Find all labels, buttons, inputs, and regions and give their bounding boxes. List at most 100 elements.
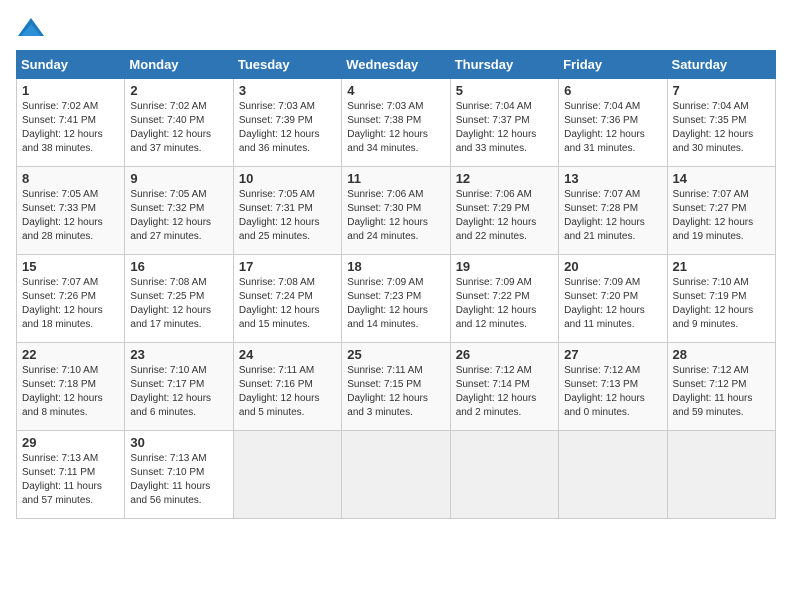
day-info: Sunrise: 7:02 AM Sunset: 7:40 PM Dayligh…	[130, 100, 227, 156]
day-info: Sunrise: 7:08 AM Sunset: 7:25 PM Dayligh…	[130, 276, 227, 332]
day-info: Sunrise: 7:07 AM Sunset: 7:26 PM Dayligh…	[22, 276, 119, 332]
day-number: 8	[22, 171, 119, 186]
day-number: 18	[347, 259, 444, 274]
day-info: Sunrise: 7:10 AM Sunset: 7:17 PM Dayligh…	[130, 364, 227, 420]
day-info: Sunrise: 7:12 AM Sunset: 7:13 PM Dayligh…	[564, 364, 661, 420]
calendar-cell: 11Sunrise: 7:06 AM Sunset: 7:30 PM Dayli…	[342, 167, 450, 255]
day-number: 14	[673, 171, 770, 186]
day-number: 7	[673, 83, 770, 98]
calendar-cell: 15 Sunrise: 7:07 AM Sunset: 7:26 PM Dayli…	[17, 255, 125, 343]
day-number: 4	[347, 83, 444, 98]
day-info: Sunrise: 7:12 AM Sunset: 7:14 PM Dayligh…	[456, 364, 553, 420]
calendar-cell: 20 Sunrise: 7:09 AM Sunset: 7:20 PM Dayli…	[559, 255, 667, 343]
calendar-cell: 13 Sunrise: 7:07 AM Sunset: 7:28 PM Dayli…	[559, 167, 667, 255]
day-info: Sunrise: 7:03 AM Sunset: 7:38 PM Dayligh…	[347, 100, 444, 156]
day-info: Sunrise: 7:04 AM Sunset: 7:36 PM Dayligh…	[564, 100, 661, 156]
calendar-cell: 14Sunrise: 7:07 AM Sunset: 7:27 PM Dayli…	[667, 167, 775, 255]
day-number: 20	[564, 259, 661, 274]
calendar-cell: 19 Sunrise: 7:09 AM Sunset: 7:22 PM Dayli…	[450, 255, 558, 343]
calendar-week-row: 15 Sunrise: 7:07 AM Sunset: 7:26 PM Dayli…	[17, 255, 776, 343]
day-info: Sunrise: 7:09 AM Sunset: 7:20 PM Dayligh…	[564, 276, 661, 332]
calendar-cell: 5 Sunrise: 7:04 AM Sunset: 7:37 PM Daylig…	[450, 79, 558, 167]
day-info: Sunrise: 7:09 AM Sunset: 7:22 PM Dayligh…	[456, 276, 553, 332]
day-info: Sunrise: 7:08 AM Sunset: 7:24 PM Dayligh…	[239, 276, 336, 332]
calendar-cell: 29Sunrise: 7:13 AM Sunset: 7:11 PM Dayli…	[17, 431, 125, 519]
day-info: Sunrise: 7:12 AM Sunset: 7:12 PM Dayligh…	[673, 364, 770, 420]
calendar-cell: 30Sunrise: 7:13 AM Sunset: 7:10 PM Dayli…	[125, 431, 233, 519]
day-number: 21	[673, 259, 770, 274]
day-info: Sunrise: 7:04 AM Sunset: 7:37 PM Dayligh…	[456, 100, 553, 156]
calendar-cell: 28 Sunrise: 7:12 AM Sunset: 7:12 PM Dayli…	[667, 343, 775, 431]
day-header-sunday: Sunday	[17, 51, 125, 79]
calendar-cell	[450, 431, 558, 519]
calendar-cell: 1 Sunrise: 7:02 AM Sunset: 7:41 PM Daylig…	[17, 79, 125, 167]
day-number: 2	[130, 83, 227, 98]
day-info: Sunrise: 7:11 AM Sunset: 7:15 PM Dayligh…	[347, 364, 444, 420]
calendar-cell: 22 Sunrise: 7:10 AM Sunset: 7:18 PM Dayli…	[17, 343, 125, 431]
logo-icon	[16, 16, 46, 40]
day-number: 16	[130, 259, 227, 274]
day-number: 17	[239, 259, 336, 274]
day-number: 24	[239, 347, 336, 362]
logo	[16, 16, 50, 40]
day-header-wednesday: Wednesday	[342, 51, 450, 79]
calendar-week-row: 1 Sunrise: 7:02 AM Sunset: 7:41 PM Daylig…	[17, 79, 776, 167]
day-header-tuesday: Tuesday	[233, 51, 341, 79]
day-number: 6	[564, 83, 661, 98]
day-number: 28	[673, 347, 770, 362]
calendar-cell: 26 Sunrise: 7:12 AM Sunset: 7:14 PM Dayli…	[450, 343, 558, 431]
day-number: 19	[456, 259, 553, 274]
day-info: Sunrise: 7:02 AM Sunset: 7:41 PM Dayligh…	[22, 100, 119, 156]
day-number: 27	[564, 347, 661, 362]
day-info: Sunrise: 7:05 AM Sunset: 7:32 PM Dayligh…	[130, 188, 227, 244]
day-header-saturday: Saturday	[667, 51, 775, 79]
day-info: Sunrise: 7:13 AM Sunset: 7:10 PM Dayligh…	[130, 452, 227, 508]
calendar-cell: 21Sunrise: 7:10 AM Sunset: 7:19 PM Dayli…	[667, 255, 775, 343]
day-header-friday: Friday	[559, 51, 667, 79]
calendar-week-row: 29Sunrise: 7:13 AM Sunset: 7:11 PM Dayli…	[17, 431, 776, 519]
calendar-cell: 16 Sunrise: 7:08 AM Sunset: 7:25 PM Dayli…	[125, 255, 233, 343]
calendar-cell: 9 Sunrise: 7:05 AM Sunset: 7:32 PM Daylig…	[125, 167, 233, 255]
calendar-cell: 27 Sunrise: 7:12 AM Sunset: 7:13 PM Dayli…	[559, 343, 667, 431]
day-number: 25	[347, 347, 444, 362]
day-info: Sunrise: 7:07 AM Sunset: 7:28 PM Dayligh…	[564, 188, 661, 244]
day-number: 1	[22, 83, 119, 98]
calendar-cell	[233, 431, 341, 519]
day-number: 13	[564, 171, 661, 186]
calendar-cell: 12 Sunrise: 7:06 AM Sunset: 7:29 PM Dayli…	[450, 167, 558, 255]
calendar-cell: 3 Sunrise: 7:03 AM Sunset: 7:39 PM Daylig…	[233, 79, 341, 167]
day-info: Sunrise: 7:05 AM Sunset: 7:31 PM Dayligh…	[239, 188, 336, 244]
calendar-cell: 25 Sunrise: 7:11 AM Sunset: 7:15 PM Dayli…	[342, 343, 450, 431]
day-info: Sunrise: 7:10 AM Sunset: 7:18 PM Dayligh…	[22, 364, 119, 420]
calendar-cell: 23 Sunrise: 7:10 AM Sunset: 7:17 PM Dayli…	[125, 343, 233, 431]
header-row: SundayMondayTuesdayWednesdayThursdayFrid…	[17, 51, 776, 79]
calendar-cell: 10Sunrise: 7:05 AM Sunset: 7:31 PM Dayli…	[233, 167, 341, 255]
calendar-cell: 7 Sunrise: 7:04 AM Sunset: 7:35 PM Daylig…	[667, 79, 775, 167]
day-number: 9	[130, 171, 227, 186]
day-number: 23	[130, 347, 227, 362]
calendar-cell: 8 Sunrise: 7:05 AM Sunset: 7:33 PM Daylig…	[17, 167, 125, 255]
day-header-thursday: Thursday	[450, 51, 558, 79]
calendar-cell: 6 Sunrise: 7:04 AM Sunset: 7:36 PM Daylig…	[559, 79, 667, 167]
calendar-cell: 24 Sunrise: 7:11 AM Sunset: 7:16 PM Dayli…	[233, 343, 341, 431]
calendar-cell: 17 Sunrise: 7:08 AM Sunset: 7:24 PM Dayli…	[233, 255, 341, 343]
calendar-cell: 4 Sunrise: 7:03 AM Sunset: 7:38 PM Daylig…	[342, 79, 450, 167]
day-number: 22	[22, 347, 119, 362]
day-info: Sunrise: 7:09 AM Sunset: 7:23 PM Dayligh…	[347, 276, 444, 332]
day-info: Sunrise: 7:05 AM Sunset: 7:33 PM Dayligh…	[22, 188, 119, 244]
calendar-cell	[559, 431, 667, 519]
day-number: 15	[22, 259, 119, 274]
day-info: Sunrise: 7:03 AM Sunset: 7:39 PM Dayligh…	[239, 100, 336, 156]
page-header	[16, 16, 776, 40]
calendar-cell: 2 Sunrise: 7:02 AM Sunset: 7:40 PM Daylig…	[125, 79, 233, 167]
day-number: 3	[239, 83, 336, 98]
day-header-monday: Monday	[125, 51, 233, 79]
calendar-week-row: 8 Sunrise: 7:05 AM Sunset: 7:33 PM Daylig…	[17, 167, 776, 255]
day-info: Sunrise: 7:04 AM Sunset: 7:35 PM Dayligh…	[673, 100, 770, 156]
day-number: 5	[456, 83, 553, 98]
day-number: 12	[456, 171, 553, 186]
day-info: Sunrise: 7:11 AM Sunset: 7:16 PM Dayligh…	[239, 364, 336, 420]
calendar-cell	[667, 431, 775, 519]
day-info: Sunrise: 7:06 AM Sunset: 7:29 PM Dayligh…	[456, 188, 553, 244]
day-number: 26	[456, 347, 553, 362]
